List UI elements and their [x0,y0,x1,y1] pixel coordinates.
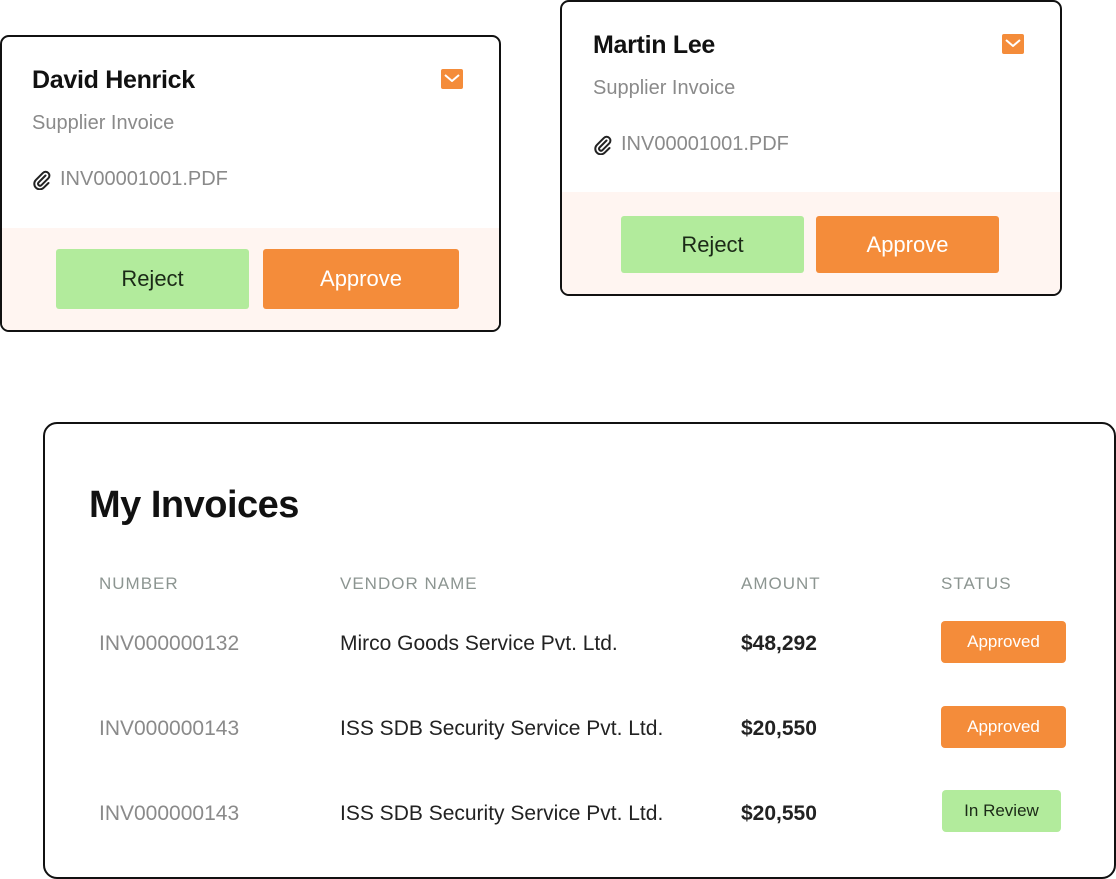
vendor-name: ISS SDB Security Service Pvt. Ltd. [340,802,664,825]
invoice-approval-card: David Henrick Supplier Invoice INV000010… [0,35,501,332]
invoice-approval-card: Martin Lee Supplier Invoice INV00001001.… [560,0,1062,296]
status-badge: Approved [941,706,1066,748]
invoice-type: Supplier Invoice [593,77,736,99]
column-header-amount: AMOUNT [741,574,821,593]
reject-button[interactable]: Reject [621,216,804,273]
paperclip-icon [32,170,52,190]
vendor-name: ISS SDB Security Service Pvt. Ltd. [340,717,664,740]
mail-icon[interactable] [1002,34,1024,54]
invoice-type: Supplier Invoice [32,112,175,134]
attachment-link[interactable]: INV00001001.PDF [32,168,228,191]
column-header-status: STATUS [941,574,1012,593]
sender-name: Martin Lee [593,31,716,59]
invoice-amount: $20,550 [741,717,817,740]
invoices-panel: My Invoices NUMBER VENDOR NAME AMOUNT ST… [43,422,1116,879]
attachment-filename: INV00001001.PDF [621,133,789,155]
invoice-number: INV000000132 [99,632,240,655]
attachment-link[interactable]: INV00001001.PDF [593,133,789,156]
mail-icon[interactable] [441,69,463,89]
paperclip-icon [593,135,613,155]
sender-name: David Henrick [32,66,195,94]
status-badge: In Review [942,790,1061,832]
reject-button[interactable]: Reject [56,249,249,309]
invoice-amount: $20,550 [741,802,817,825]
invoice-number: INV000000143 [99,717,240,740]
column-header-vendor: VENDOR NAME [340,574,478,593]
approve-button[interactable]: Approve [816,216,999,273]
column-header-number: NUMBER [99,574,179,593]
invoice-number: INV000000143 [99,802,240,825]
attachment-filename: INV00001001.PDF [60,168,228,190]
vendor-name: Mirco Goods Service Pvt. Ltd. [340,632,618,655]
page-title: My Invoices [89,484,299,526]
status-badge: Approved [941,621,1066,663]
invoice-amount: $48,292 [741,632,817,655]
approve-button[interactable]: Approve [263,249,459,309]
